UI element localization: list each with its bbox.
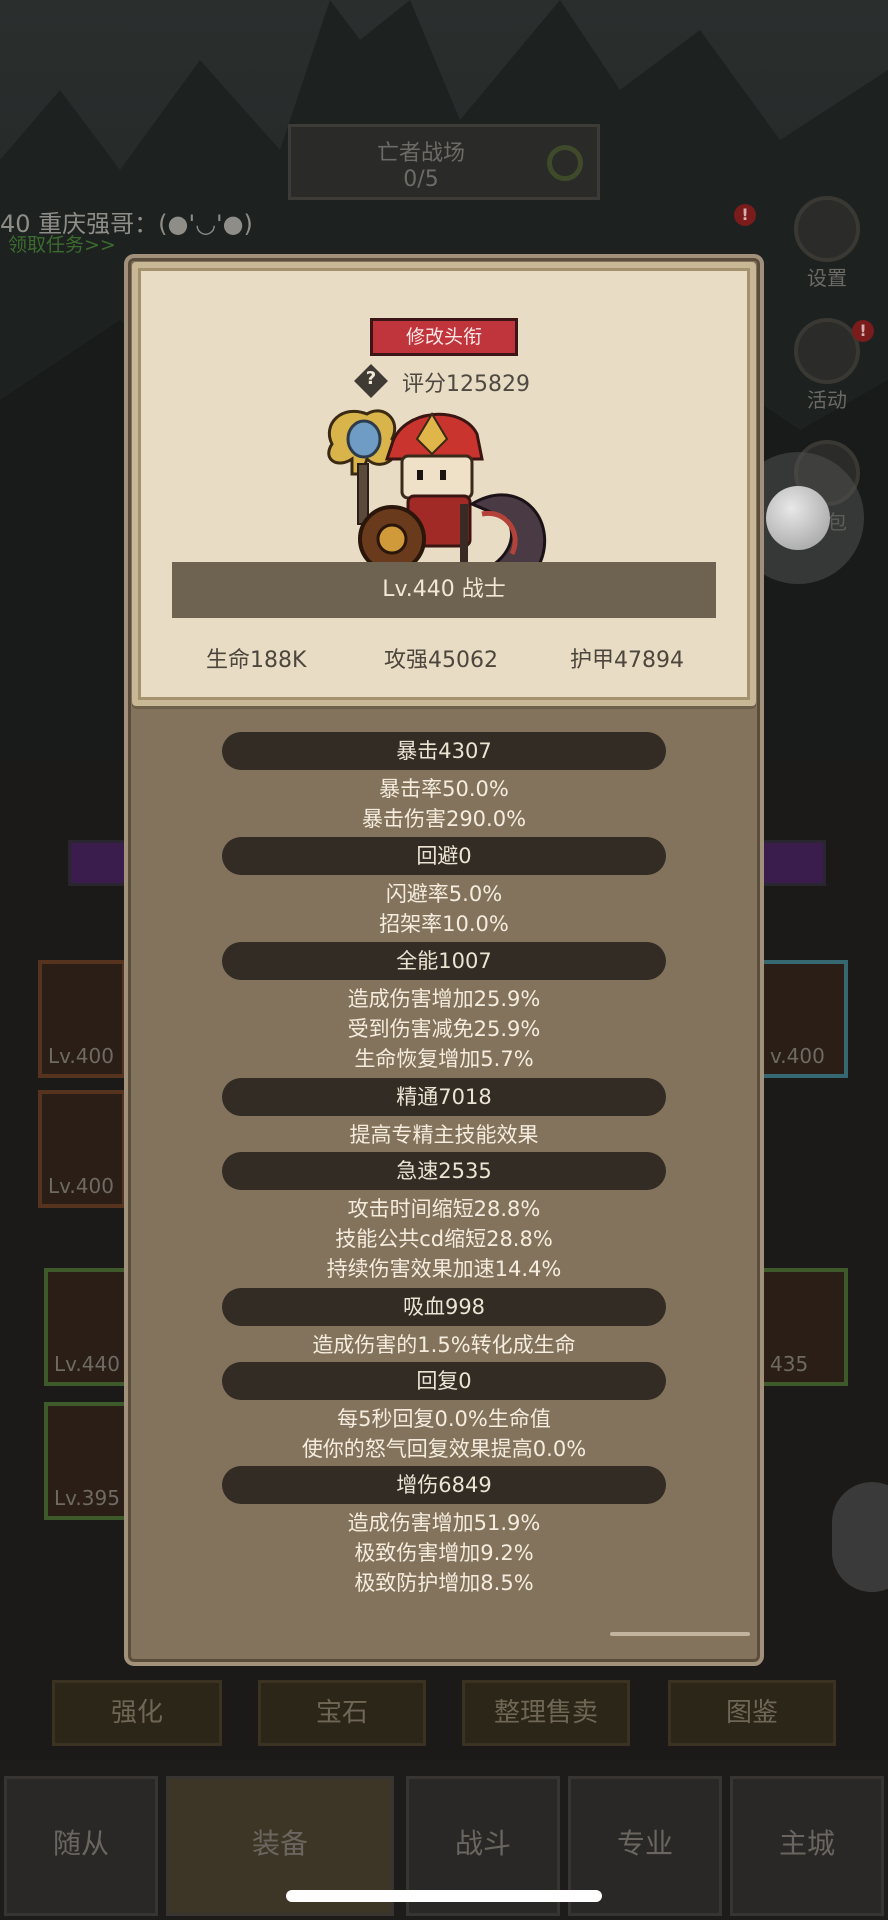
- tab-gems[interactable]: 宝石: [258, 1680, 426, 1746]
- scroll-icon: [794, 318, 860, 384]
- slot-level: Lv.440: [54, 1352, 120, 1376]
- equipment-slot[interactable]: 435: [760, 1268, 848, 1386]
- slot-level: Lv.395: [54, 1486, 120, 1510]
- section-header-haste: 急速2535: [222, 1152, 666, 1190]
- quest-link[interactable]: 领取任务>>: [8, 230, 116, 257]
- stat-health: 生命188K: [206, 648, 307, 673]
- progress-bar-right: [760, 840, 826, 886]
- slot-level: 435: [770, 1352, 809, 1376]
- event-progress: 0/5: [403, 167, 439, 192]
- section-line: 暴击率50.0%: [379, 777, 509, 801]
- section-line: 提高专精主技能效果: [349, 1123, 539, 1147]
- stat-attack-power: 攻强45062: [384, 648, 498, 673]
- section-line: 造成伤害增加25.9%: [347, 987, 541, 1011]
- section-line: 攻击时间缩短28.8%: [347, 1197, 541, 1221]
- panel-decoration: [610, 1632, 750, 1636]
- slot-level: v.400: [770, 1044, 825, 1068]
- tab-enhance[interactable]: 强化: [52, 1680, 222, 1746]
- section-line: 造成伤害增加51.9%: [347, 1511, 541, 1535]
- nav-main-city[interactable]: 主城: [730, 1776, 884, 1916]
- section-header-versatility: 全能1007: [222, 942, 666, 980]
- section-line: 造成伤害的1.5%转化成生命: [312, 1333, 576, 1357]
- section-header-evasion: 回避0: [222, 837, 666, 875]
- section-header-damage-bonus: 增伤6849: [222, 1466, 666, 1504]
- stat-armor: 护甲47894: [570, 648, 684, 673]
- equipment-slot[interactable]: Lv.395: [44, 1402, 132, 1520]
- level-class-bar: Lv.440 战士: [172, 562, 716, 618]
- section-line: 受到伤害减免25.9%: [347, 1017, 541, 1041]
- section-line: 每5秒回复0.0%生命值: [337, 1407, 551, 1431]
- slot-level: Lv.400: [48, 1044, 114, 1068]
- alert-badge: !: [734, 204, 756, 226]
- event-banner[interactable]: 亡者战场 0/5: [288, 124, 600, 200]
- auto-gear-icon[interactable]: [832, 1482, 888, 1592]
- section-header-lifesteal: 吸血998: [222, 1288, 666, 1326]
- section-line: 使你的怒气回复效果提高0.0%: [301, 1437, 587, 1461]
- tab-collection[interactable]: 图鉴: [668, 1680, 836, 1746]
- slot-level: Lv.400: [48, 1174, 114, 1198]
- help-glyph: ?: [365, 368, 377, 389]
- refresh-icon[interactable]: [547, 145, 583, 181]
- help-icon[interactable]: ?: [354, 364, 388, 398]
- nav-followers[interactable]: 随从: [4, 1776, 158, 1916]
- section-line: 极致伤害增加9.2%: [354, 1541, 534, 1565]
- rename-title-button[interactable]: 修改头衔: [370, 318, 518, 356]
- section-line: 暴击伤害290.0%: [361, 807, 527, 831]
- equipment-slot[interactable]: Lv.400: [38, 960, 126, 1078]
- tab-sort-sell[interactable]: 整理售卖: [462, 1680, 630, 1746]
- equipment-slot[interactable]: Lv.440: [44, 1268, 132, 1386]
- section-header-crit: 暴击4307: [222, 732, 666, 770]
- settings-label: 设置: [807, 266, 847, 290]
- section-header-recovery: 回复0: [222, 1362, 666, 1400]
- alert-badge: !: [852, 320, 874, 342]
- section-line: 技能公共cd缩短28.8%: [335, 1227, 553, 1251]
- joystick-knob[interactable]: [766, 486, 830, 550]
- section-line: 持续伤害效果加速14.4%: [326, 1257, 562, 1281]
- section-line: 招架率10.0%: [379, 912, 509, 936]
- section-line: 极致防护增加8.5%: [354, 1571, 534, 1595]
- section-line: 生命恢复增加5.7%: [354, 1047, 534, 1071]
- equipment-slot[interactable]: v.400: [760, 960, 848, 1078]
- equipment-slot[interactable]: Lv.400: [38, 1090, 126, 1208]
- home-indicator[interactable]: [286, 1890, 602, 1902]
- activity-label: 活动: [807, 388, 847, 412]
- event-title: 亡者战场: [376, 141, 465, 166]
- settings-button[interactable]: 设置: [784, 196, 870, 290]
- gear-icon: [794, 196, 860, 262]
- section-header-mastery: 精通7018: [222, 1078, 666, 1116]
- section-line: 闪避率5.0%: [385, 882, 503, 906]
- score-label: 评分125829: [402, 372, 530, 397]
